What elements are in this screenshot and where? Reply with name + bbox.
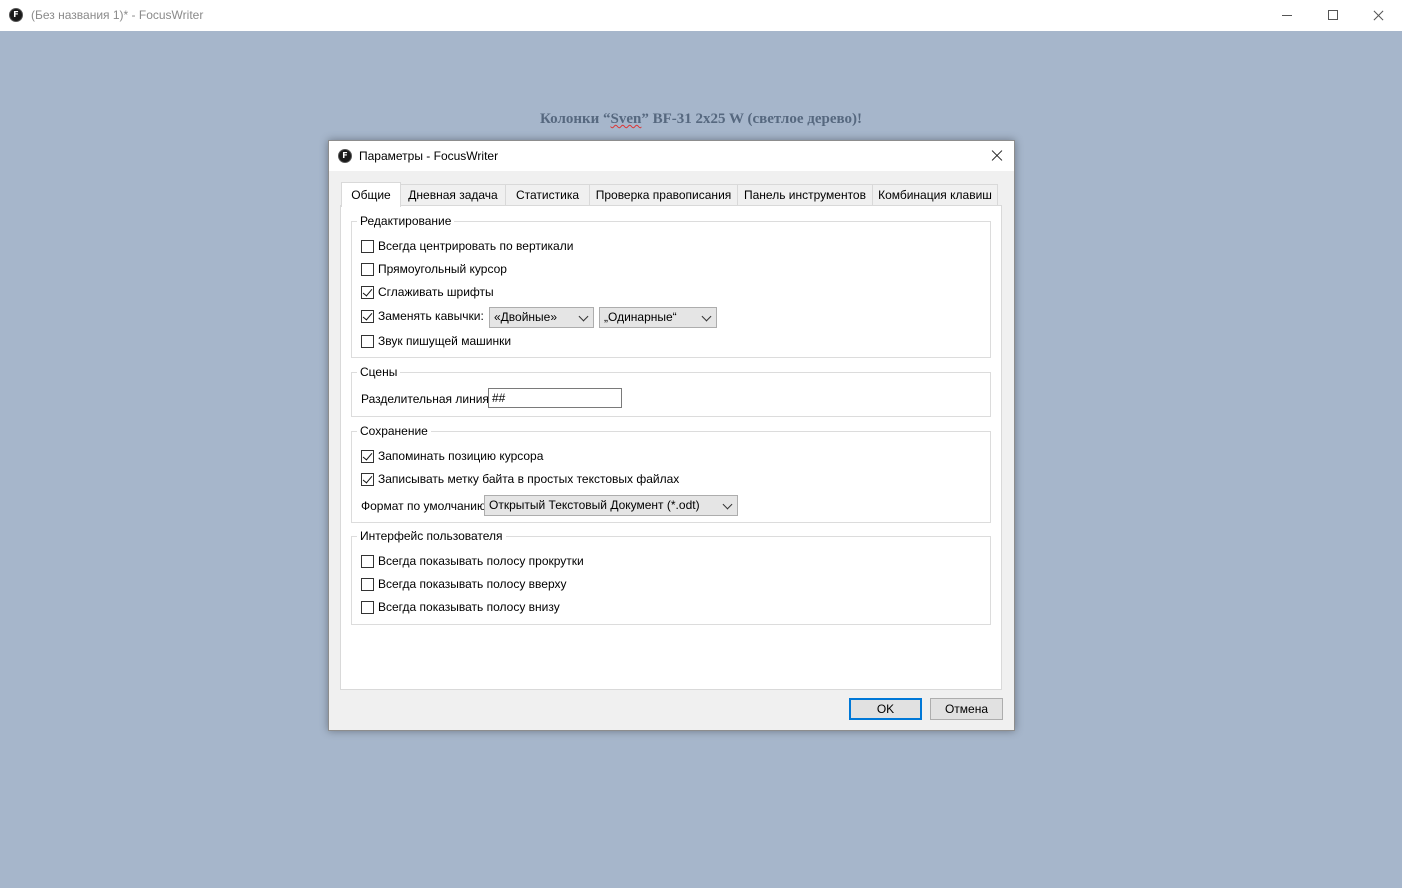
close-window-button[interactable] xyxy=(1355,0,1401,31)
default-format-value: Открытый Текстовый Документ (*.odt) xyxy=(489,498,700,512)
always-bottom-bar-option[interactable]: Всегда показывать полосу внизу xyxy=(361,599,560,615)
remember-cursor-option[interactable]: Запоминать позицию курсора xyxy=(361,448,543,464)
preferences-dialog: Параметры - FocusWriter Общие Дневная за… xyxy=(328,140,1015,731)
chevron-down-icon xyxy=(722,499,733,510)
document-heading[interactable]: Колонки “Sven” BF-31 2x25 W (светлое дер… xyxy=(1,111,1401,128)
write-bom-checkbox[interactable] xyxy=(361,472,374,486)
always-top-bar-option[interactable]: Всегда показывать полосу вверху xyxy=(361,576,567,592)
typewriter-sound-label: Звук пишущей машинки xyxy=(378,334,512,348)
heading-text-end: ” BF-31 2x25 W (светлое дерево)! xyxy=(641,111,862,127)
window-title: (Без названия 1)* - FocusWriter xyxy=(31,8,204,22)
chevron-down-icon xyxy=(701,311,712,322)
always-scrollbar-label: Всегда показывать полосу прокрутки xyxy=(378,554,584,568)
tab-shortcuts[interactable]: Комбинация клавиш xyxy=(872,184,998,205)
default-format-select[interactable]: Открытый Текстовый Документ (*.odt) xyxy=(484,495,738,516)
double-quotes-value: «Двойные» xyxy=(494,310,558,324)
always-center-label: Всегда центрировать по вертикали xyxy=(378,239,574,253)
smooth-fonts-option[interactable]: Сглаживать шрифты xyxy=(361,284,494,300)
block-cursor-option[interactable]: Прямоугольный курсор xyxy=(361,261,507,277)
always-scrollbar-checkbox[interactable] xyxy=(361,554,374,568)
single-quotes-value: „Одинарные“ xyxy=(604,310,677,324)
smooth-fonts-label: Сглаживать шрифты xyxy=(378,285,494,299)
general-tab-panel: Редактирование Всегда центрировать по ве… xyxy=(340,205,1002,690)
main-titlebar[interactable]: (Без названия 1)* - FocusWriter xyxy=(0,0,1402,31)
always-bottom-bar-label: Всегда показывать полосу внизу xyxy=(378,600,560,614)
tab-toolbar[interactable]: Панель инструментов xyxy=(737,184,873,205)
focuswriter-icon xyxy=(338,149,352,163)
dialog-title: Параметры - FocusWriter xyxy=(359,149,499,163)
always-center-option[interactable]: Всегда центрировать по вертикали xyxy=(361,238,573,254)
typewriter-sound-option[interactable]: Звук пишущей машинки xyxy=(361,333,511,349)
cancel-button[interactable]: Отмена xyxy=(930,698,1003,720)
default-format-label: Формат по умолчанию: xyxy=(361,499,490,513)
misspelled-word[interactable]: Sven xyxy=(611,111,642,127)
write-bom-option[interactable]: Записывать метку байта в простых текстов… xyxy=(361,471,679,487)
block-cursor-checkbox[interactable] xyxy=(361,262,374,276)
minimize-button[interactable] xyxy=(1264,0,1310,31)
tab-spelling[interactable]: Проверка правописания xyxy=(589,184,738,205)
dialog-titlebar[interactable]: Параметры - FocusWriter xyxy=(329,141,1014,171)
typewriter-sound-checkbox[interactable] xyxy=(361,334,374,348)
double-quotes-select[interactable]: «Двойные» xyxy=(489,307,594,328)
always-center-checkbox[interactable] xyxy=(361,239,374,253)
remember-cursor-checkbox[interactable] xyxy=(361,449,374,463)
ui-group: Интерфейс пользователя Всегда показывать… xyxy=(351,529,991,625)
ok-button[interactable]: OK xyxy=(849,698,922,720)
scene-divider-input[interactable]: ## xyxy=(488,388,622,408)
chevron-down-icon xyxy=(578,311,589,322)
scene-divider-label: Разделительная линия: xyxy=(361,392,493,406)
scenes-group: Сцены Разделительная линия: ## xyxy=(351,365,991,417)
tab-daily-goal[interactable]: Дневная задача xyxy=(400,184,506,205)
always-scrollbar-option[interactable]: Всегда показывать полосу прокрутки xyxy=(361,553,584,569)
ui-group-title: Интерфейс пользователя xyxy=(357,529,506,543)
scenes-group-title: Сцены xyxy=(357,365,401,379)
saving-group-title: Сохранение xyxy=(357,424,431,438)
dialog-close-button[interactable] xyxy=(980,141,1014,171)
smart-quotes-checkbox[interactable] xyxy=(361,309,374,323)
block-cursor-label: Прямоугольный курсор xyxy=(378,262,507,276)
smart-quotes-option[interactable]: Заменять кавычки: xyxy=(361,308,484,324)
saving-group: Сохранение Запоминать позицию курсора За… xyxy=(351,424,991,523)
editing-group: Редактирование Всегда центрировать по ве… xyxy=(351,214,991,358)
remember-cursor-label: Запоминать позицию курсора xyxy=(378,449,544,463)
editing-group-title: Редактирование xyxy=(357,214,455,228)
smooth-fonts-checkbox[interactable] xyxy=(361,285,374,299)
always-top-bar-label: Всегда показывать полосу вверху xyxy=(378,577,567,591)
tab-general[interactable]: Общие xyxy=(341,182,401,207)
smart-quotes-label: Заменять кавычки: xyxy=(378,309,484,323)
single-quotes-select[interactable]: „Одинарные“ xyxy=(599,307,717,328)
tab-statistics[interactable]: Статистика xyxy=(505,184,590,205)
write-bom-label: Записывать метку байта в простых текстов… xyxy=(378,472,680,486)
heading-text-start: Колонки “ xyxy=(540,111,611,127)
always-top-bar-checkbox[interactable] xyxy=(361,577,374,591)
focuswriter-icon xyxy=(9,8,23,22)
maximize-button[interactable] xyxy=(1310,0,1356,31)
always-bottom-bar-checkbox[interactable] xyxy=(361,600,374,614)
